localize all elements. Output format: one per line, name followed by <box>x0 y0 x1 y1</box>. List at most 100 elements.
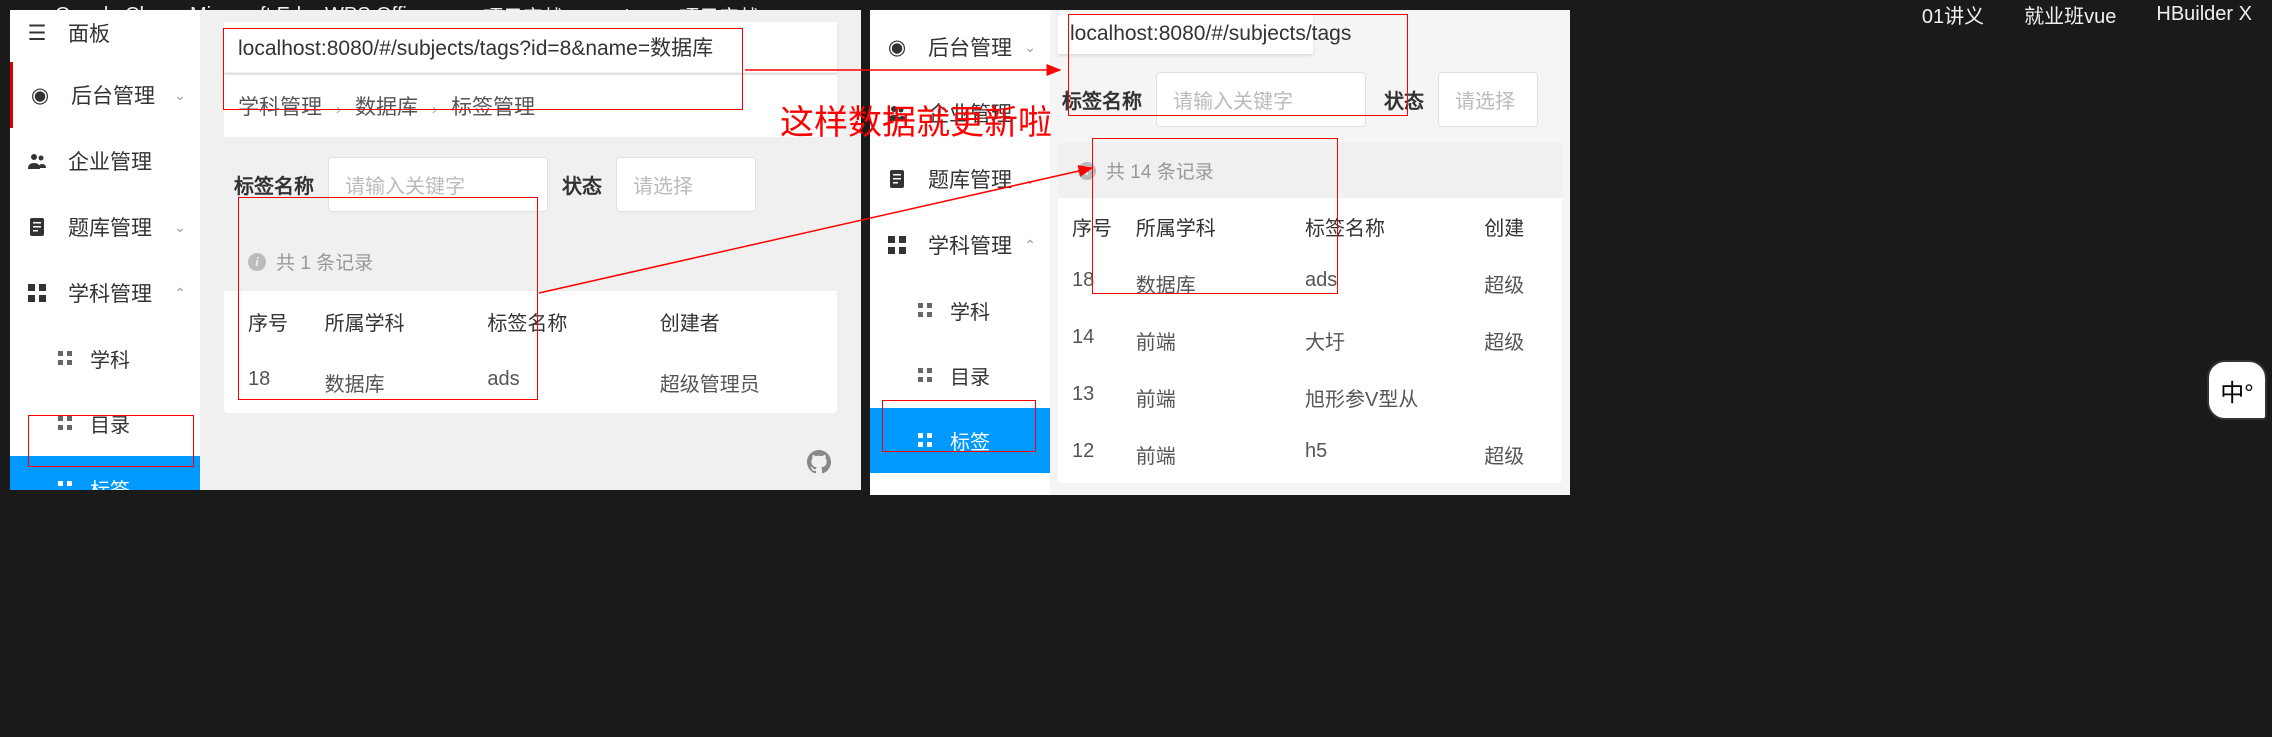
hamburger-icon: ☰ <box>26 22 48 44</box>
cell-tagname: ads <box>487 368 659 397</box>
breadcrumb: 学科管理 › 数据库 › 标签管理 <box>224 75 837 137</box>
users-icon <box>26 150 48 172</box>
table-header-row: 序号 所属学科 标签名称 创建者 <box>224 291 837 352</box>
cell: 14 <box>1066 326 1136 355</box>
sidebar-collapse[interactable]: ☰ 面板 <box>10 10 200 62</box>
table-header-row: 序号 所属学科 标签名称 创建 <box>1058 198 1562 255</box>
cell <box>1484 383 1554 412</box>
url-display-right: localhost:8080/#/subjects/tags <box>1058 14 1313 54</box>
sub-label: 学科 <box>950 296 990 325</box>
th-subject: 所属学科 <box>1136 212 1305 241</box>
sub-label: 学科 <box>90 344 130 373</box>
filter-row: 标签名称 请输入关键字 状态 请选择 <box>1058 72 1562 127</box>
cell: h5 <box>1305 440 1484 469</box>
url-display: localhost:8080/#/subjects/tags?id=8&name… <box>224 22 837 73</box>
cell: 前端 <box>1136 383 1305 412</box>
github-icon[interactable] <box>807 450 831 480</box>
record-count-bar: i 共 14 条记录 <box>1058 143 1562 198</box>
desktop-icon-hbuilder[interactable]: HBuilder X <box>2156 3 2252 26</box>
cell-subject: 数据库 <box>325 368 488 397</box>
chevron-down-icon: ⌄ <box>174 219 186 236</box>
sidebar-sub-catalog[interactable]: 目录 <box>870 343 1050 408</box>
breadcrumb-item[interactable]: 学科管理 <box>238 96 322 119</box>
data-card: i 共 14 条记录 序号 所属学科 标签名称 创建 18 数据库 ads 超级… <box>1058 143 1562 483</box>
right-panel: ◉ 后台管理 ⌄ 企业管理 题库管理 ⌄ 学科管理 ⌃ 学科 目录 标签 <box>870 10 1570 495</box>
chat-bubble-text: 中° <box>2220 373 2254 408</box>
sidebar-item-subject[interactable]: 学科管理 ⌃ <box>870 212 1050 278</box>
status-select[interactable]: 请选择 <box>616 157 756 212</box>
sidebar-item-question[interactable]: 题库管理 ⌄ <box>870 146 1050 212</box>
chevron-up-icon: ⌃ <box>174 285 186 302</box>
status-select[interactable]: 请选择 <box>1438 72 1538 127</box>
grid-small-icon <box>918 433 934 449</box>
sidebar-left: ☰ 面板 ◉ 后台管理 ⌄ 企业管理 题库管理 ⌄ 学科管理 ⌃ 学科 目录 <box>10 10 200 490</box>
sidebar-label: 后台管理 <box>71 80 155 110</box>
sidebar-item-enterprise[interactable]: 企业管理 <box>10 128 200 194</box>
grid-small-icon <box>58 416 74 432</box>
cell: 超级 <box>1484 440 1554 469</box>
filter-row: 标签名称 请输入关键字 状态 请选择 <box>224 157 837 212</box>
sidebar-sub-subject[interactable]: 学科 <box>10 326 200 391</box>
th-tagname: 标签名称 <box>1305 212 1484 241</box>
chevron-down-icon: ⌄ <box>174 87 186 104</box>
grid-small-icon <box>918 368 934 384</box>
sidebar-label: 后台管理 <box>928 32 1012 62</box>
desktop-icon-vue[interactable]: 就业班vue <box>2024 0 2116 29</box>
sidebar-item-question[interactable]: 题库管理 ⌄ <box>10 194 200 260</box>
grid-icon <box>26 282 48 304</box>
tag-name-input[interactable]: 请输入关键字 <box>1156 72 1366 127</box>
tag-name-input[interactable]: 请输入关键字 <box>328 157 548 212</box>
chat-assistant-bubble[interactable]: 中° <box>2207 360 2267 420</box>
table-row[interactable]: 13 前端 旭形参V型从 <box>1058 369 1562 426</box>
cell-creator: 超级管理员 <box>660 368 813 397</box>
grid-icon <box>886 234 908 256</box>
sidebar-label: 学科管理 <box>928 230 1012 260</box>
sidebar-label: 企业管理 <box>68 146 152 176</box>
sidebar-item-admin[interactable]: ◉ 后台管理 ⌄ <box>870 10 1050 80</box>
cell: 前端 <box>1136 440 1305 469</box>
cell: 18 <box>1066 269 1136 298</box>
sub-label: 目录 <box>950 361 990 390</box>
sidebar-label: 学科管理 <box>68 278 152 308</box>
sub-label: 面试技巧 <box>950 491 1030 495</box>
sidebar-item-admin[interactable]: ◉ 后台管理 ⌄ <box>10 62 200 128</box>
breadcrumb-item[interactable]: 数据库 <box>355 96 418 119</box>
data-table: 序号 所属学科 标签名称 创建 18 数据库 ads 超级 14 前端 大圩 超… <box>1058 198 1562 483</box>
filter-label-status: 状态 <box>562 170 602 199</box>
table-row[interactable]: 18 数据库 ads 超级管理员 <box>224 352 837 413</box>
info-icon: i <box>1078 162 1096 180</box>
table-row[interactable]: 12 前端 h5 超级 <box>1058 426 1562 483</box>
cell: 超级 <box>1484 269 1554 298</box>
sidebar-top-label: 面板 <box>68 18 110 48</box>
chevron-right-icon: › <box>336 101 341 118</box>
sidebar-sub-interview[interactable]: 面试技巧 <box>870 473 1050 495</box>
content-left: localhost:8080/#/subjects/tags?id=8&name… <box>200 10 861 490</box>
cell: 大圩 <box>1305 326 1484 355</box>
sidebar-sub-tags[interactable]: 标签 <box>10 456 200 490</box>
file-icon <box>26 216 48 238</box>
desktop-icon-handout[interactable]: 01讲义 <box>1922 0 1984 29</box>
sidebar-item-subject[interactable]: 学科管理 ⌃ <box>10 260 200 326</box>
table-row[interactable]: 18 数据库 ads 超级 <box>1058 255 1562 312</box>
filter-label-tag: 标签名称 <box>1062 85 1142 114</box>
cell: 数据库 <box>1136 269 1305 298</box>
cell: 超级 <box>1484 326 1554 355</box>
grid-small-icon <box>918 303 934 319</box>
chevron-up-icon: ⌃ <box>1024 237 1036 254</box>
sidebar-sub-catalog[interactable]: 目录 <box>10 391 200 456</box>
sidebar-sub-tags[interactable]: 标签 <box>870 408 1050 473</box>
th-subject: 所属学科 <box>325 307 488 336</box>
breadcrumb-current: 标签管理 <box>451 96 535 119</box>
left-panel: ☰ 面板 ◉ 后台管理 ⌄ 企业管理 题库管理 ⌄ 学科管理 ⌃ 学科 目录 <box>10 10 861 490</box>
th-index: 序号 <box>248 307 325 336</box>
watermark: www.mimiruqi.com <box>390 10 556 13</box>
th-creator: 创建 <box>1484 212 1554 241</box>
url-text: localhost:8080/#/subjects/tags <box>1070 22 1351 45</box>
table-row[interactable]: 14 前端 大圩 超级 <box>1058 312 1562 369</box>
cell: ads <box>1305 269 1484 298</box>
chevron-right-icon: › <box>432 101 437 118</box>
sidebar-sub-subject[interactable]: 学科 <box>870 278 1050 343</box>
sidebar-item-enterprise[interactable]: 企业管理 <box>870 80 1050 146</box>
th-index: 序号 <box>1066 212 1136 241</box>
dashboard-icon: ◉ <box>29 84 51 106</box>
